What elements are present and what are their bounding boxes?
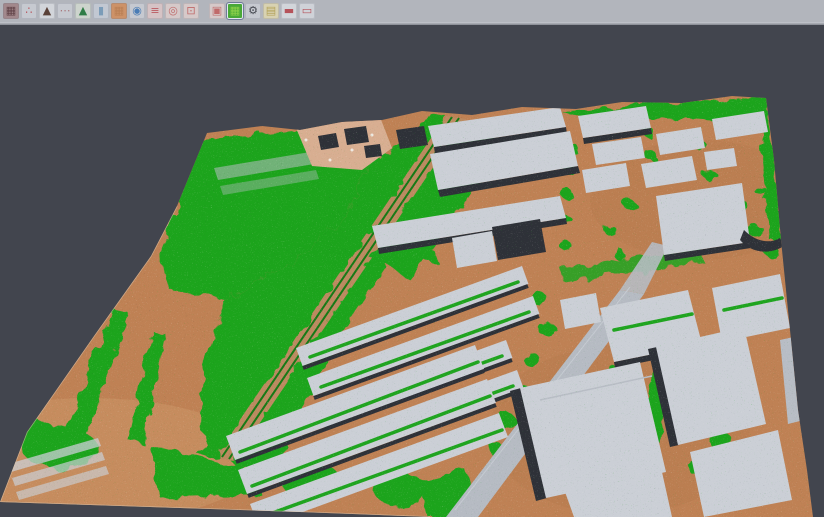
- green-hill-icon-glyph: ▲: [79, 3, 87, 19]
- clipboard-red-icon-glyph: ▭: [302, 3, 312, 19]
- ring-icon-glyph: ◎: [168, 3, 178, 19]
- frame-icon-glyph: ▣: [212, 3, 222, 19]
- pixel-mosaic-icon[interactable]: ▦: [3, 3, 19, 19]
- layers-icon-glyph: ≡: [150, 3, 159, 19]
- grid-yellow-icon[interactable]: ▤: [263, 3, 279, 19]
- pixel-mosaic-icon-glyph: ▦: [6, 3, 16, 19]
- toolbar: ▦ ∴ ▲ ⋯ ▲ ▮ ▦ ◉ ≡ ◎ ⊡ ▣ ▦ ⚙ ▤ ▬ ▭: [0, 0, 824, 22]
- ortho-tile-icon-glyph: ▦: [114, 3, 124, 19]
- gear-icon[interactable]: ⚙: [245, 3, 261, 19]
- point-cloud: [0, 90, 824, 517]
- red-stripe-icon[interactable]: ▬: [281, 3, 297, 19]
- clipboard-red-icon[interactable]: ▭: [299, 3, 315, 19]
- frame-icon[interactable]: ▣: [209, 3, 225, 19]
- layers-icon[interactable]: ≡: [147, 3, 163, 19]
- sparse-points-icon[interactable]: ⋯: [57, 3, 73, 19]
- red-stripe-icon-glyph: ▬: [284, 3, 294, 19]
- speckle-noise: [0, 90, 824, 517]
- profile-column-icon[interactable]: ▮: [93, 3, 109, 19]
- crop-corners-icon[interactable]: ⊡: [183, 3, 199, 19]
- colored-points-icon[interactable]: ∴: [21, 3, 37, 19]
- point-cloud-canvas[interactable]: [0, 25, 824, 517]
- ring-icon[interactable]: ◎: [165, 3, 181, 19]
- gear-icon-glyph: ⚙: [248, 3, 258, 19]
- sparse-points-icon-glyph: ⋯: [60, 3, 71, 19]
- ortho-tile-icon[interactable]: ▦: [111, 3, 127, 19]
- app-window: ▦ ∴ ▲ ⋯ ▲ ▮ ▦ ◉ ≡ ◎ ⊡ ▣ ▦ ⚙ ▤ ▬ ▭: [0, 0, 824, 517]
- classification-map-icon-glyph: ▦: [230, 3, 240, 19]
- classification-map-icon[interactable]: ▦: [227, 3, 243, 19]
- terrain-mound-icon[interactable]: ▲: [39, 3, 55, 19]
- grid-yellow-icon-glyph: ▤: [266, 3, 276, 19]
- green-hill-icon[interactable]: ▲: [75, 3, 91, 19]
- colored-points-icon-glyph: ∴: [26, 3, 33, 19]
- terrain-mound-icon-glyph: ▲: [43, 3, 51, 19]
- viewport-3d[interactable]: [0, 25, 824, 517]
- globe-icon[interactable]: ◉: [129, 3, 145, 19]
- crop-corners-icon-glyph: ⊡: [186, 3, 195, 19]
- profile-column-icon-glyph: ▮: [98, 3, 104, 19]
- globe-icon-glyph: ◉: [132, 3, 142, 19]
